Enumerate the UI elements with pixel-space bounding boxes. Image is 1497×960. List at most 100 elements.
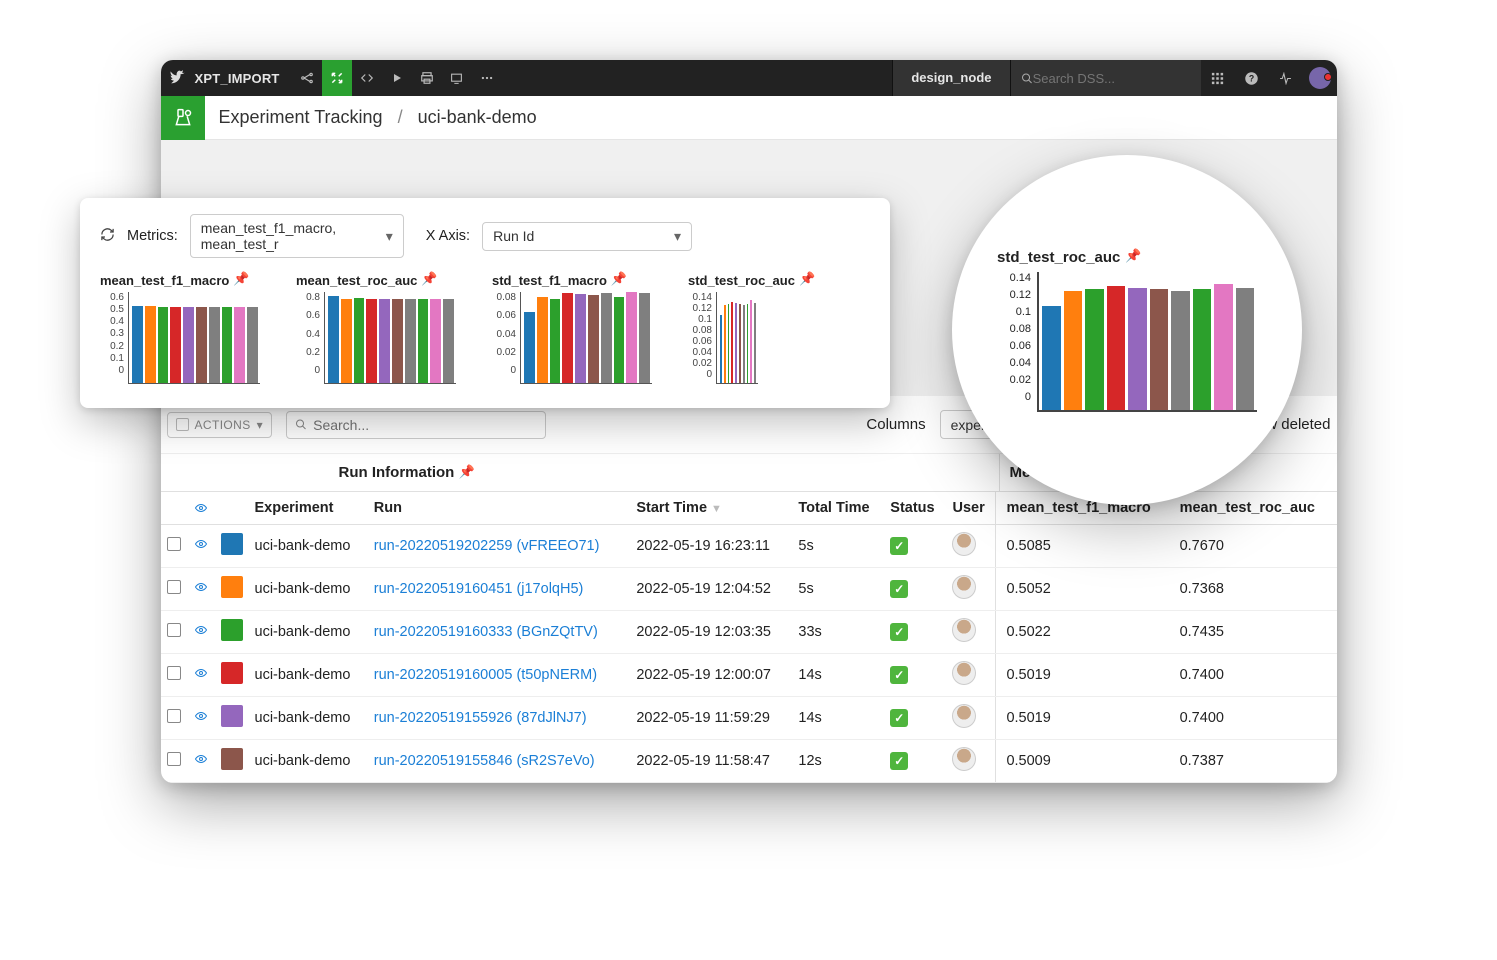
- chart-bar[interactable]: [720, 315, 722, 383]
- chart-bar[interactable]: [170, 307, 181, 383]
- chart-bar[interactable]: [1171, 291, 1190, 409]
- chart-bar[interactable]: [588, 295, 599, 383]
- chart-bar[interactable]: [392, 299, 403, 383]
- pin-icon[interactable]: 📌: [611, 271, 627, 287]
- xaxis-select[interactable]: Run Id▾: [482, 222, 692, 251]
- help-icon[interactable]: ?: [1235, 71, 1269, 86]
- node-selector[interactable]: design_node: [892, 60, 1010, 96]
- eye-icon[interactable]: [193, 710, 209, 726]
- chart-bar[interactable]: [626, 292, 637, 383]
- breadcrumb-section[interactable]: Experiment Tracking: [219, 107, 383, 127]
- eye-icon[interactable]: [193, 581, 209, 597]
- user-avatar[interactable]: [953, 576, 975, 598]
- runs-search-input[interactable]: [313, 417, 537, 433]
- col-run[interactable]: Run: [368, 492, 631, 525]
- mini-chart[interactable]: mean_test_f1_macro 📌0.60.50.40.30.20.10: [100, 272, 260, 384]
- col-start-time[interactable]: Start Time▼: [630, 492, 792, 525]
- chart-bar[interactable]: [328, 296, 339, 383]
- select-all-checkbox[interactable]: [176, 418, 189, 431]
- play-icon[interactable]: [382, 60, 412, 96]
- run-link[interactable]: run-20220519155846 (sR2S7eVo): [374, 753, 595, 769]
- chart-bar[interactable]: [158, 307, 169, 383]
- run-link[interactable]: run-20220519160333 (BGnZQtTV): [374, 624, 598, 640]
- table-row[interactable]: uci-bank-demorun-20220519160451 (j17olqH…: [161, 568, 1337, 611]
- table-row[interactable]: uci-bank-demorun-20220519160005 (t50pNER…: [161, 654, 1337, 697]
- breadcrumb-item[interactable]: uci-bank-demo: [418, 107, 537, 127]
- metrics-select[interactable]: mean_test_f1_macro, mean_test_r▾: [190, 214, 404, 258]
- table-row[interactable]: uci-bank-demorun-20220519202259 (vFREEO7…: [161, 525, 1337, 568]
- table-row[interactable]: uci-bank-demorun-20220519155846 (sR2S7eV…: [161, 740, 1337, 783]
- eye-icon[interactable]: [193, 667, 209, 683]
- user-avatar[interactable]: [953, 748, 975, 770]
- chart-bar[interactable]: [614, 297, 625, 383]
- chart-bar[interactable]: [430, 299, 441, 383]
- chart-bar[interactable]: [443, 299, 454, 383]
- chart-bar[interactable]: [1193, 289, 1212, 409]
- run-link[interactable]: run-20220519160451 (j17olqH5): [374, 581, 584, 597]
- chart-bar[interactable]: [354, 298, 365, 383]
- pin-icon[interactable]: 📌: [233, 271, 249, 287]
- pin-icon[interactable]: 📌: [1125, 248, 1141, 264]
- chart-bar[interactable]: [601, 293, 612, 383]
- apps-icon[interactable]: [1201, 71, 1235, 86]
- chart-bar[interactable]: [724, 305, 726, 383]
- chart-bar[interactable]: [405, 299, 416, 383]
- user-avatar[interactable]: [953, 662, 975, 684]
- table-row[interactable]: uci-bank-demorun-20220519155926 (87dJlNJ…: [161, 697, 1337, 740]
- chart-bar[interactable]: [550, 299, 561, 383]
- chart-bar[interactable]: [145, 306, 156, 383]
- chart-bar[interactable]: [341, 299, 352, 383]
- col-experiment[interactable]: Experiment: [249, 492, 368, 525]
- chart-bar[interactable]: [209, 307, 220, 383]
- user-avatar[interactable]: [953, 533, 975, 555]
- row-checkbox[interactable]: [167, 666, 181, 680]
- user-avatar[interactable]: [953, 619, 975, 641]
- run-link[interactable]: run-20220519202259 (vFREEO71): [374, 538, 600, 554]
- activity-icon[interactable]: [1269, 72, 1303, 85]
- run-link[interactable]: run-20220519155926 (87dJlNJ7): [374, 710, 587, 726]
- chart-bar[interactable]: [366, 299, 377, 383]
- global-search-input[interactable]: [1033, 71, 1191, 86]
- chart-bar[interactable]: [132, 306, 143, 383]
- chart-bar[interactable]: [247, 307, 258, 383]
- row-checkbox[interactable]: [167, 623, 181, 637]
- eye-icon[interactable]: [193, 502, 209, 514]
- chart-bar[interactable]: [537, 297, 548, 383]
- chart-bar[interactable]: [731, 302, 733, 383]
- chart-bar[interactable]: [222, 307, 233, 383]
- row-checkbox[interactable]: [167, 752, 181, 766]
- chart-bar[interactable]: [183, 307, 194, 383]
- chart-bar[interactable]: [562, 293, 573, 383]
- code-icon[interactable]: [352, 60, 382, 96]
- chart-bar[interactable]: [524, 312, 535, 383]
- recipe-icon[interactable]: [322, 60, 352, 96]
- row-checkbox[interactable]: [167, 580, 181, 594]
- col-total-time[interactable]: Total Time: [792, 492, 884, 525]
- col-status[interactable]: Status: [884, 492, 946, 525]
- project-name[interactable]: XPT_IMPORT: [195, 71, 292, 86]
- run-link[interactable]: run-20220519160005 (t50pNERM): [374, 667, 597, 683]
- mini-chart[interactable]: std_test_f1_macro 📌0.080.060.040.020: [492, 272, 652, 384]
- print-icon[interactable]: [412, 60, 442, 96]
- chart-bar[interactable]: [418, 299, 429, 383]
- chart-bar[interactable]: [1085, 289, 1104, 409]
- flow-icon[interactable]: [292, 60, 322, 96]
- experiment-tracking-icon[interactable]: [161, 96, 205, 140]
- chart-bar[interactable]: [1236, 288, 1255, 409]
- chart-bar[interactable]: [1042, 306, 1061, 410]
- chart-bar[interactable]: [739, 304, 741, 383]
- chart-bar[interactable]: [747, 304, 749, 383]
- pin-icon[interactable]: 📌: [421, 271, 437, 287]
- chart-bar[interactable]: [1214, 284, 1233, 409]
- chart-bar[interactable]: [379, 299, 390, 383]
- eye-icon[interactable]: [193, 538, 209, 554]
- row-checkbox[interactable]: [167, 709, 181, 723]
- chart-bar[interactable]: [728, 304, 730, 383]
- refresh-icon[interactable]: [100, 227, 115, 246]
- chart-bar[interactable]: [735, 303, 737, 383]
- chart-bar[interactable]: [1150, 289, 1169, 409]
- actions-button[interactable]: ACTIONS ▾: [167, 412, 273, 438]
- col-metric-2[interactable]: mean_test_roc_auc: [1174, 492, 1337, 525]
- chart-bar[interactable]: [196, 307, 207, 383]
- pin-icon[interactable]: 📌: [799, 271, 815, 287]
